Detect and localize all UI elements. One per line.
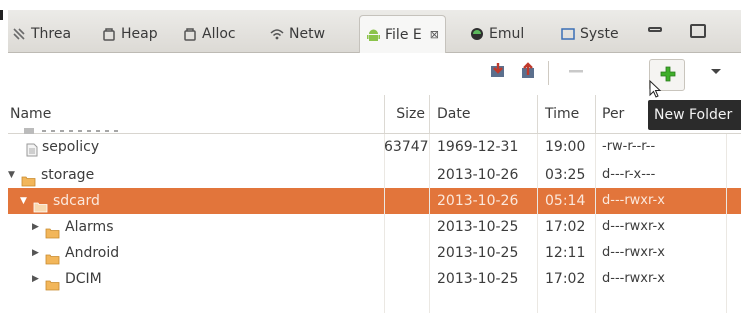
list-item[interactable]: ▼ storage 2013-10-26 03:25 d---r-x---	[8, 162, 741, 188]
item-permissions: d---r-x---	[602, 167, 656, 182]
file-explorer-toolbar	[8, 53, 741, 95]
new-folder-tooltip: New Folder	[648, 100, 741, 130]
item-date: 2013-10-26	[437, 167, 519, 183]
item-date: 2013-10-25	[437, 219, 519, 235]
item-name: sepolicy	[42, 139, 100, 155]
tab-allocation[interactable]: Alloc	[183, 16, 236, 52]
tab-threads-label: Threa	[31, 26, 72, 42]
item-size: 63747	[384, 139, 429, 155]
item-time: 03:25	[545, 167, 586, 183]
view-tab-bar: Threa Heap Alloc Netw File E ⊠ Emul Syst…	[8, 10, 741, 53]
file-icon	[26, 140, 38, 157]
list-item-selected[interactable]: ▼ sdcard 2013-10-26 05:14 d---rwxr-x	[8, 188, 741, 214]
item-time: 17:02	[545, 271, 586, 287]
column-date[interactable]: Date	[437, 95, 470, 133]
tab-allocation-label: Alloc	[202, 26, 236, 42]
view-menu-icon[interactable]	[706, 61, 726, 81]
pull-file-icon[interactable]	[488, 61, 508, 81]
expand-arrow-icon[interactable]: ▶	[32, 266, 40, 292]
item-permissions: -rw-r--r--	[602, 139, 656, 154]
tab-system[interactable]: Syste	[561, 16, 619, 52]
item-name: Alarms	[65, 219, 114, 235]
folder-icon	[45, 222, 60, 238]
close-tab-icon[interactable]: ⊠	[430, 28, 439, 41]
tab-network[interactable]: Netw	[270, 16, 325, 52]
list-item[interactable]: ▶ DCIM 2013-10-25 17:02 d---rwxr-x	[8, 266, 741, 292]
folder-icon	[45, 274, 60, 290]
item-name: DCIM	[65, 271, 102, 287]
network-icon	[270, 27, 284, 41]
item-permissions: d---rwxr-x	[602, 219, 665, 234]
android-icon	[366, 28, 380, 42]
tab-threads[interactable]: Threa	[12, 16, 71, 52]
list-item[interactable]: ▶ Android 2013-10-25 12:11 d---rwxr-x	[8, 240, 741, 266]
item-time: 19:00	[545, 139, 586, 155]
tab-network-label: Netw	[289, 26, 326, 42]
expand-arrow-icon[interactable]: ▶	[32, 214, 40, 240]
folder-icon	[33, 196, 48, 212]
system-icon	[561, 27, 575, 41]
expand-arrow-icon[interactable]: ▼	[8, 162, 16, 188]
tab-file-explorer[interactable]: File E ⊠	[359, 15, 446, 53]
item-name: storage	[41, 167, 95, 183]
minimize-button[interactable]	[648, 27, 662, 32]
column-time[interactable]: Time	[545, 95, 579, 133]
column-permissions[interactable]: Per	[602, 95, 652, 133]
item-date: 1969-12-31	[437, 139, 519, 155]
column-size[interactable]: Size	[384, 95, 425, 133]
heap-icon	[102, 27, 116, 41]
item-time: 05:14	[545, 193, 586, 209]
list-item[interactable]: sepolicy 63747 1969-12-31 19:00 -rw-r--r…	[8, 134, 741, 162]
item-name: Android	[65, 245, 120, 261]
tab-system-label: Syste	[580, 26, 619, 42]
item-date: 2013-10-25	[437, 271, 519, 287]
tab-file-explorer-label: File E	[385, 26, 422, 43]
expand-arrow-icon[interactable]: ▼	[20, 188, 28, 214]
item-date: 2013-10-25	[437, 245, 519, 261]
file-tree: sepolicy 63747 1969-12-31 19:00 -rw-r--r…	[8, 134, 741, 292]
item-time: 17:02	[545, 219, 586, 235]
folder-icon	[21, 170, 36, 186]
delete-icon[interactable]	[566, 61, 586, 81]
folder-icon	[45, 248, 60, 264]
tab-emulator-label: Emul	[489, 26, 525, 42]
list-item[interactable]: ▶ Alarms 2013-10-25 17:02 d---rwxr-x	[8, 214, 741, 240]
item-permissions: d---rwxr-x	[602, 245, 665, 260]
tab-heap[interactable]: Heap	[102, 16, 158, 52]
item-permissions: d---rwxr-x	[602, 193, 665, 208]
item-date: 2013-10-26	[437, 193, 519, 209]
tab-heap-label: Heap	[121, 26, 158, 42]
allocation-icon	[183, 27, 197, 41]
maximize-button[interactable]	[690, 24, 706, 38]
tab-emulator[interactable]: Emul	[470, 16, 524, 52]
item-time: 12:11	[545, 245, 586, 261]
threads-icon	[12, 27, 26, 41]
expand-arrow-icon[interactable]: ▶	[32, 240, 40, 266]
ddms-window: Threa Heap Alloc Netw File E ⊠ Emul Syst…	[0, 0, 741, 313]
item-permissions: d---rwxr-x	[602, 271, 665, 286]
emulator-icon	[470, 27, 484, 41]
item-name: sdcard	[53, 193, 100, 209]
push-file-icon[interactable]	[518, 61, 538, 81]
